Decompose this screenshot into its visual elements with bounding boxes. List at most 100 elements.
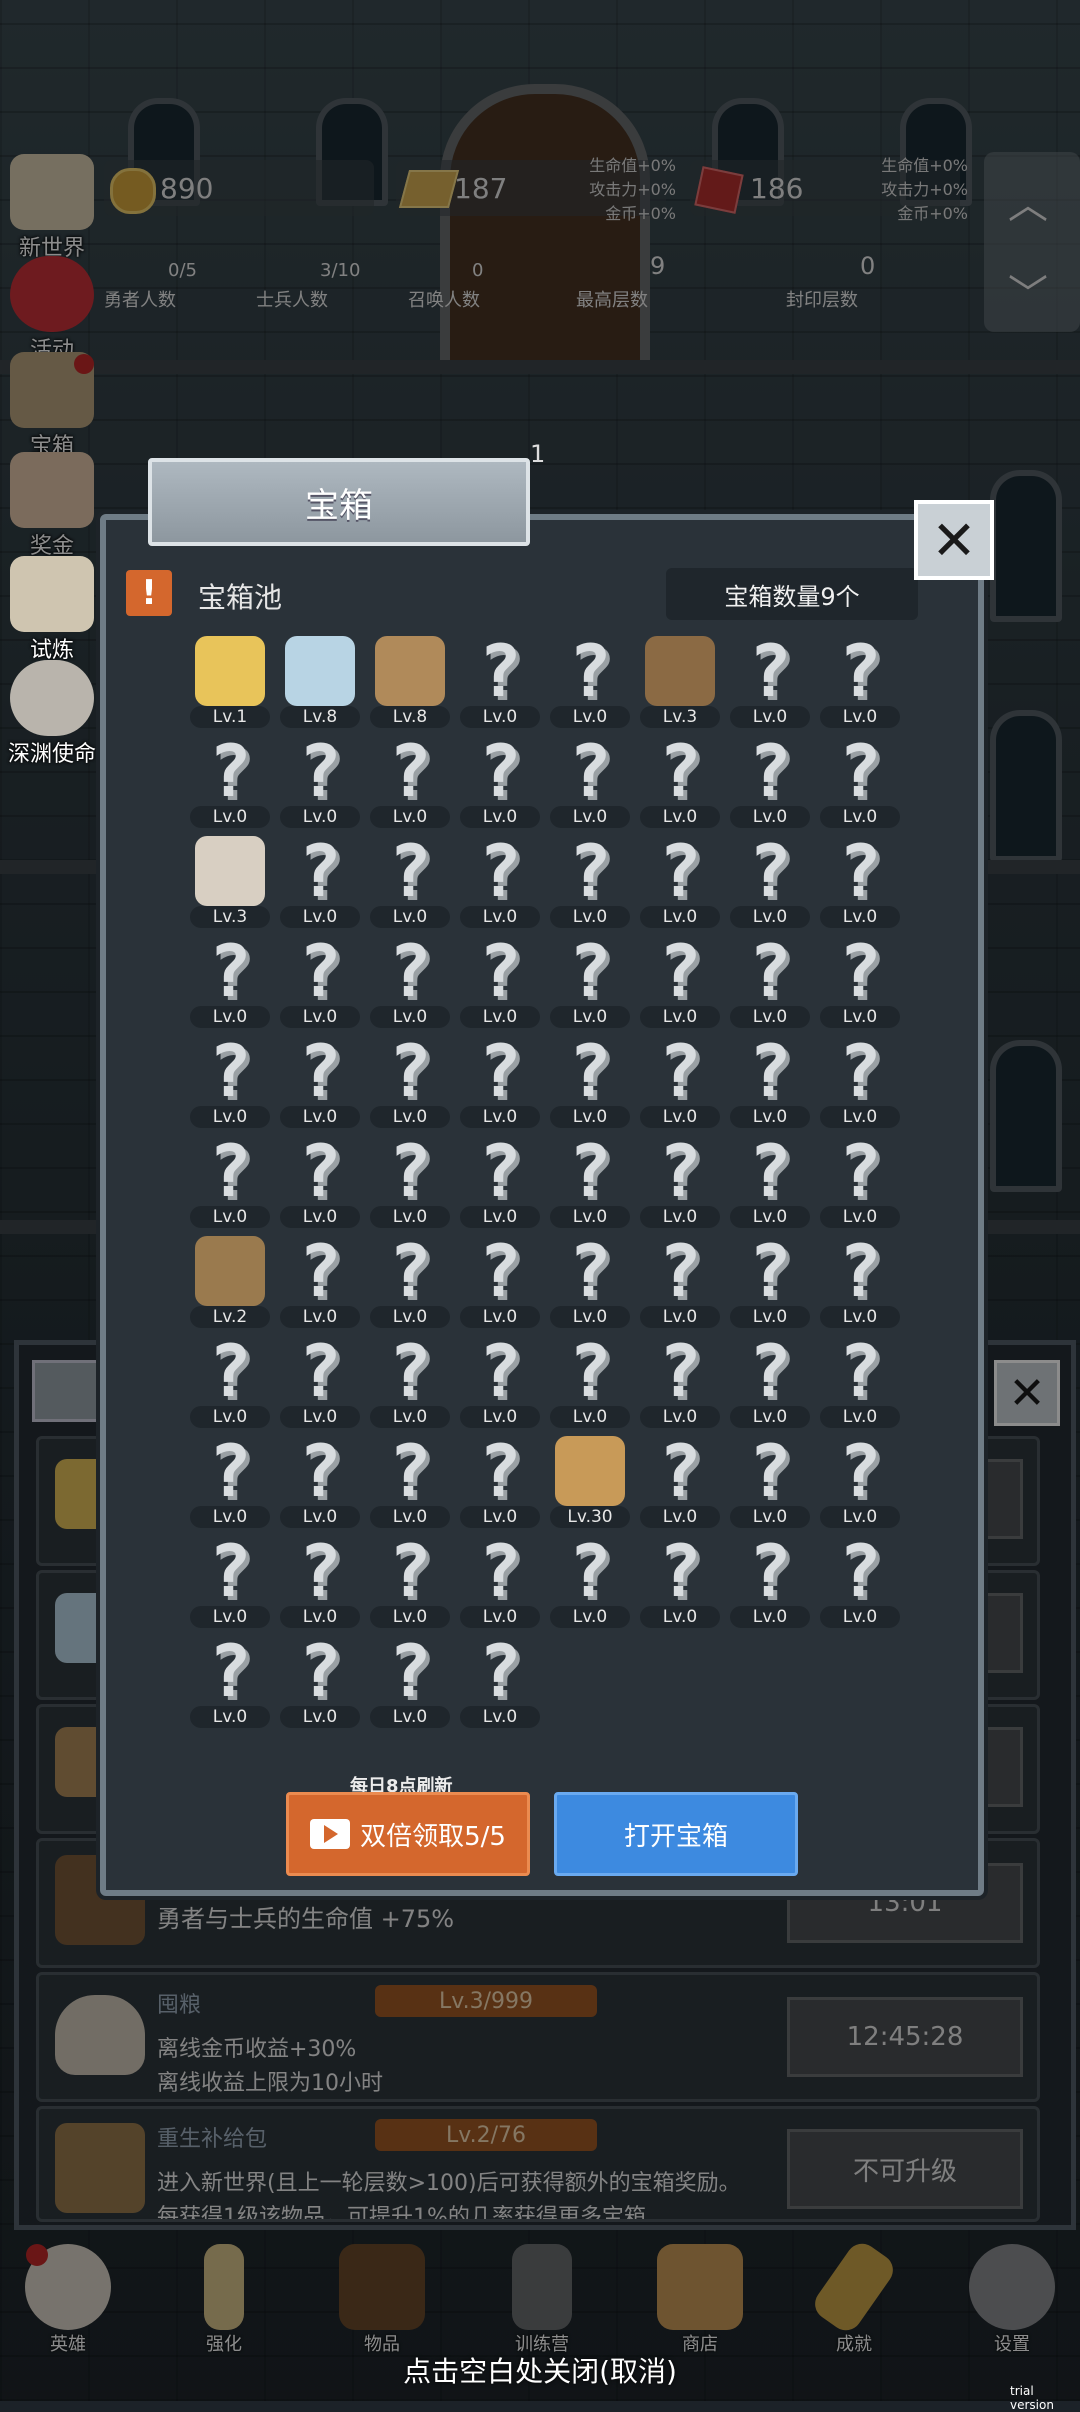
chest-pool-item[interactable]: ? Lv.0 [370, 735, 450, 836]
chest-pool-item[interactable]: ? Lv.0 [280, 835, 360, 936]
chest-pool-item[interactable]: ? Lv.0 [550, 935, 630, 1036]
chest-pool-item[interactable]: ? Lv.0 [550, 835, 630, 936]
chest-pool-item[interactable]: Lv.8 [280, 636, 360, 736]
chest-pool-item[interactable]: ? Lv.0 [460, 1535, 540, 1636]
chest-pool-item[interactable]: ? Lv.0 [460, 735, 540, 836]
chest-pool-item[interactable]: ? Lv.0 [190, 735, 270, 836]
chest-pool-item[interactable]: ? Lv.0 [370, 1335, 450, 1436]
chest-pool-item[interactable]: ? Lv.0 [820, 1035, 900, 1136]
unknown-item-icon: ? [568, 1229, 612, 1313]
unknown-item-icon: ? [298, 1029, 342, 1113]
chest-pool-item[interactable]: ? Lv.0 [280, 1335, 360, 1436]
chest-pool-item[interactable]: ? Lv.0 [820, 735, 900, 836]
chest-pool-item[interactable]: ? Lv.0 [190, 1435, 270, 1536]
chest-pool-item[interactable]: ? Lv.0 [640, 1035, 720, 1136]
item-level-tag: Lv.0 [730, 906, 810, 928]
chest-pool-item[interactable]: ? Lv.0 [460, 835, 540, 936]
chest-pool-item[interactable]: ? Lv.0 [820, 1329, 900, 1436]
chest-pool-item[interactable]: ? Lv.0 [190, 1635, 270, 1736]
chest-pool-item[interactable]: ? Lv.0 [370, 1435, 450, 1536]
chest-pool-item[interactable]: ? Lv.0 [370, 1635, 450, 1736]
chest-pool-item[interactable]: ? Lv.0 [280, 935, 360, 1036]
chest-pool-item[interactable]: ? Lv.0 [550, 635, 630, 736]
chest-pool-item[interactable]: ? Lv.0 [640, 735, 720, 836]
chest-pool-item[interactable]: ? Lv.0 [190, 1335, 270, 1436]
chest-pool-item[interactable]: ? Lv.0 [730, 1335, 810, 1436]
chest-pool-item[interactable]: ? Lv.0 [460, 1035, 540, 1136]
chest-pool-item[interactable]: ? Lv.0 [550, 1229, 630, 1336]
chest-pool-item[interactable]: Lv.3 [640, 636, 720, 736]
open-chest-button[interactable]: 打开宝箱 [554, 1792, 798, 1876]
side-abyss[interactable]: 深渊使命 [0, 660, 104, 768]
chest-pool-item[interactable]: Lv.2 [190, 1236, 270, 1336]
chest-pool-item[interactable]: ? Lv.0 [460, 1635, 540, 1736]
chest-pool-item[interactable]: ? Lv.0 [820, 1535, 900, 1636]
chest-pool-item[interactable]: ? Lv.0 [190, 1535, 270, 1636]
alert-icon[interactable]: ! [126, 570, 172, 616]
chest-pool-item[interactable]: ? Lv.0 [550, 1035, 630, 1136]
chest-pool-item[interactable]: Lv.8 [370, 636, 450, 736]
chest-pool-item[interactable]: ? Lv.0 [730, 1435, 810, 1536]
chest-pool-item[interactable]: Lv.30 [550, 1436, 630, 1536]
chest-pool-item[interactable]: ? Lv.0 [370, 1035, 450, 1136]
chest-pool-item[interactable]: ? Lv.0 [460, 1435, 540, 1536]
unknown-item-icon: ? [568, 1329, 612, 1413]
chest-pool-item[interactable]: ? Lv.0 [820, 635, 900, 736]
chest-pool-item[interactable]: ? Lv.0 [280, 735, 360, 836]
chest-pool-item[interactable]: ? Lv.0 [550, 1329, 630, 1436]
chest-pool-item[interactable]: ? Lv.0 [460, 1235, 540, 1336]
chest-pool-item[interactable]: ? Lv.0 [550, 735, 630, 836]
chest-pool-item[interactable]: ? Lv.0 [820, 1135, 900, 1236]
unknown-item-icon: ? [658, 1229, 702, 1313]
chest-pool-item[interactable]: ? Lv.0 [460, 1335, 540, 1436]
chest-pool-item[interactable]: ? Lv.0 [820, 835, 900, 936]
chest-pool-item[interactable]: ? Lv.0 [370, 935, 450, 1036]
item-level-tag: Lv.0 [730, 1206, 810, 1228]
chest-pool-item[interactable]: ? Lv.0 [190, 1135, 270, 1236]
chest-pool-item[interactable]: ? Lv.0 [640, 935, 720, 1036]
chest-pool-item[interactable]: ? Lv.0 [370, 1535, 450, 1636]
chest-pool-item[interactable]: ? Lv.0 [280, 1135, 360, 1236]
side-trial[interactable]: 试炼 [4, 556, 100, 664]
chest-pool-item[interactable]: ? Lv.0 [730, 1535, 810, 1636]
chest-pool-item[interactable]: ? Lv.0 [730, 1035, 810, 1136]
chest-pool-item[interactable]: ? Lv.0 [190, 935, 270, 1036]
chest-pool-item[interactable]: ? Lv.0 [280, 1635, 360, 1736]
chest-pool-item[interactable]: ? Lv.0 [730, 1235, 810, 1336]
chest-pool-item[interactable]: ? Lv.0 [730, 935, 810, 1036]
double-claim-button[interactable]: 双倍领取5/5 [286, 1792, 530, 1876]
chest-pool-item[interactable]: ? Lv.0 [550, 1535, 630, 1636]
chest-pool-item[interactable]: ? Lv.0 [640, 1535, 720, 1636]
chest-pool-item[interactable]: ? Lv.0 [370, 835, 450, 936]
chest-pool-item[interactable]: ? Lv.0 [820, 1235, 900, 1336]
chest-pool-item[interactable]: Lv.1 [190, 636, 270, 736]
chest-pool-item[interactable]: ? Lv.0 [820, 1435, 900, 1536]
unknown-item-icon: ? [838, 1329, 882, 1413]
chest-pool-item[interactable]: ? Lv.0 [730, 835, 810, 936]
chest-pool-item[interactable]: ? Lv.0 [190, 1035, 270, 1136]
chest-pool-item[interactable]: ? Lv.0 [280, 1029, 360, 1136]
close-icon[interactable]: ✕ [914, 500, 994, 580]
chest-pool-item[interactable]: ? Lv.0 [280, 1535, 360, 1636]
chest-pool-item[interactable]: ? Lv.0 [280, 1435, 360, 1536]
chest-pool-item[interactable]: ? Lv.0 [460, 1135, 540, 1236]
chest-pool-item[interactable]: ? Lv.0 [640, 1229, 720, 1336]
chest-pool-item[interactable]: ? Lv.0 [370, 1135, 450, 1236]
chest-pool-item[interactable]: ? Lv.0 [640, 835, 720, 936]
chest-pool-item[interactable]: ? Lv.0 [370, 1235, 450, 1336]
chest-pool-item[interactable]: ? Lv.0 [460, 935, 540, 1036]
chest-pool-item[interactable]: Lv.3 [190, 836, 270, 936]
chest-pool-item[interactable]: ? Lv.0 [640, 1335, 720, 1436]
chest-pool-item[interactable]: ? Lv.0 [460, 635, 540, 736]
close-hint[interactable]: 点击空白处关闭(取消) [0, 2350, 1080, 2390]
item-level-tag: Lv.0 [460, 1006, 540, 1028]
item-level-tag: Lv.0 [460, 1706, 540, 1728]
chest-pool-item[interactable]: ? Lv.0 [640, 1435, 720, 1536]
chest-pool-item[interactable]: ? Lv.0 [640, 1135, 720, 1236]
chest-pool-item[interactable]: ? Lv.0 [820, 935, 900, 1036]
chest-pool-item[interactable]: ? Lv.0 [730, 635, 810, 736]
chest-pool-item[interactable]: ? Lv.0 [550, 1135, 630, 1236]
chest-pool-item[interactable]: ? Lv.0 [730, 735, 810, 836]
chest-pool-item[interactable]: ? Lv.0 [280, 1235, 360, 1336]
chest-pool-item[interactable]: ? Lv.0 [730, 1135, 810, 1236]
